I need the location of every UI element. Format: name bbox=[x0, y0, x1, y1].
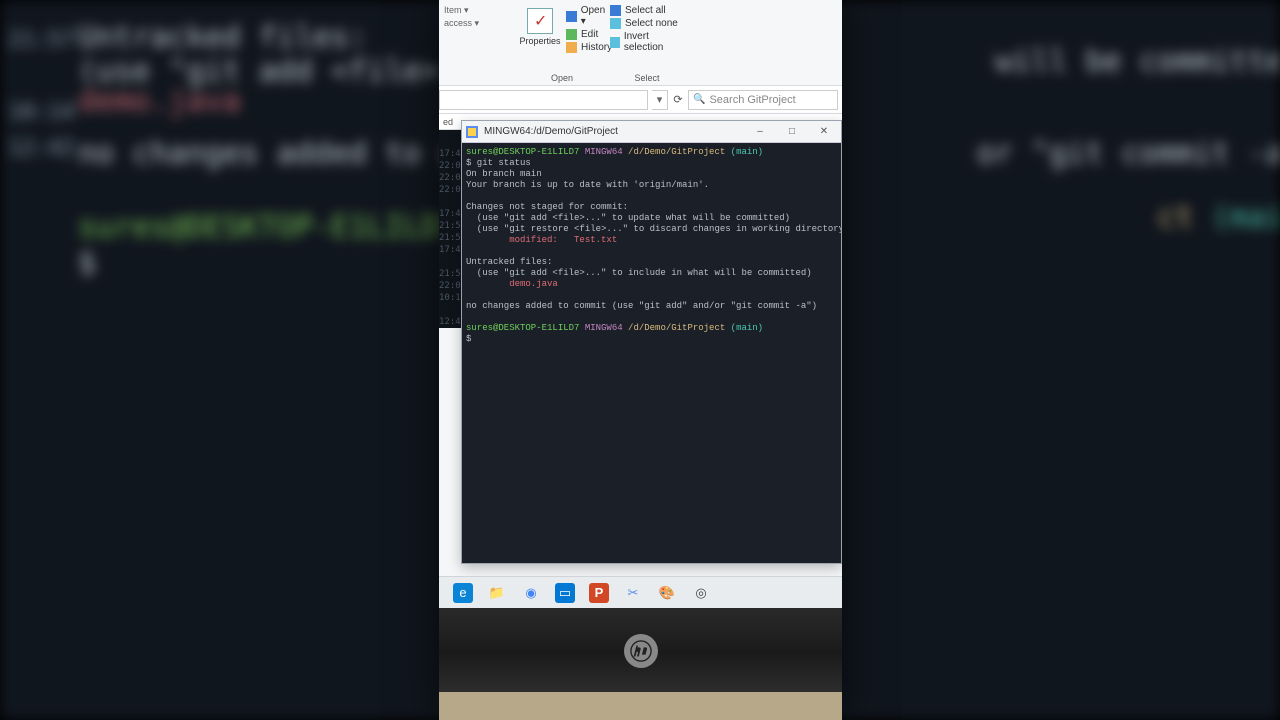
taskbar-store[interactable]: ▭ bbox=[555, 583, 575, 603]
taskbar-explorer[interactable]: 📁 bbox=[487, 583, 507, 603]
address-bar: ▾ ⟳ 🔍 Search GitProject bbox=[439, 86, 842, 114]
open-icon bbox=[566, 11, 577, 22]
log-time-gutter: 17:4122:0322:03 22:0317:41 21:5721:5717:… bbox=[439, 130, 461, 328]
ribbon-item-menu[interactable]: Item ▾ bbox=[441, 4, 482, 17]
hp-logo bbox=[624, 634, 658, 668]
select-all-icon bbox=[610, 5, 621, 16]
taskbar-edge[interactable]: e bbox=[453, 583, 473, 603]
select-all-button[interactable]: Select all bbox=[607, 4, 687, 17]
select-none-button[interactable]: Select none bbox=[607, 17, 687, 30]
bg-line: will be committed) bbox=[995, 44, 1280, 79]
invert-icon bbox=[610, 37, 620, 48]
bg-time: 21:57 bbox=[8, 28, 74, 53]
maximize-button[interactable]: □ bbox=[779, 126, 805, 137]
properties-icon[interactable] bbox=[527, 8, 553, 34]
bg-time: 12:42 bbox=[8, 136, 74, 161]
taskbar-paint[interactable]: 🎨 bbox=[657, 583, 677, 603]
taskbar-snip[interactable]: ✂ bbox=[623, 583, 643, 603]
taskbar-chrome[interactable]: ◉ bbox=[521, 583, 541, 603]
desk-surface bbox=[439, 692, 842, 720]
taskbar-obs[interactable]: ◎ bbox=[691, 583, 711, 603]
history-icon bbox=[566, 42, 577, 53]
terminal-window: MINGW64:/d/Demo/GitProject – □ ✕ sures@D… bbox=[461, 120, 842, 564]
invert-selection-button[interactable]: Invert selection bbox=[607, 30, 687, 54]
bg-line: $ bbox=[78, 246, 96, 281]
taskbar: e 📁 ◉ ▭ P ✂ 🎨 ◎ bbox=[439, 576, 842, 608]
search-input[interactable]: 🔍 Search GitProject bbox=[688, 90, 838, 110]
ribbon-access-menu[interactable]: access ▾ bbox=[441, 17, 482, 30]
taskbar-powerpoint[interactable]: P bbox=[589, 583, 609, 603]
address-input[interactable] bbox=[439, 90, 648, 110]
properties-button[interactable]: Properties bbox=[517, 36, 563, 46]
bg-line: demo.java bbox=[78, 84, 241, 119]
terminal-titlebar[interactable]: MINGW64:/d/Demo/GitProject – □ ✕ bbox=[462, 121, 841, 143]
ribbon-group-label: Open bbox=[517, 73, 607, 85]
ribbon-group-label: Select bbox=[609, 73, 685, 85]
minimize-button[interactable]: – bbox=[747, 126, 773, 137]
screen-crop: Item ▾ access ▾ Properties Open ▾ Edit H… bbox=[439, 0, 842, 720]
bg-line: Untracked files: bbox=[78, 20, 367, 55]
close-button[interactable]: ✕ bbox=[811, 126, 837, 137]
bg-line: ct bbox=[1157, 200, 1193, 235]
monitor-bezel bbox=[439, 608, 842, 720]
refresh-button[interactable]: ⟳ bbox=[668, 93, 688, 106]
explorer-ribbon: Item ▾ access ▾ Properties Open ▾ Edit H… bbox=[439, 0, 842, 86]
terminal-title: MINGW64:/d/Demo/GitProject bbox=[484, 126, 741, 137]
terminal-body[interactable]: sures@DESKTOP-E1LILD7 MINGW64 /d/Demo/Gi… bbox=[462, 143, 841, 563]
bg-line: sures@DESKTOP-E1LILD7 bbox=[78, 210, 457, 245]
search-icon: 🔍 bbox=[693, 94, 705, 105]
select-none-icon bbox=[610, 18, 621, 29]
search-placeholder: Search GitProject bbox=[709, 94, 795, 106]
bg-time: 10:14 bbox=[8, 100, 74, 125]
bg-line: or "git commit -a") bbox=[977, 136, 1280, 171]
address-dropdown[interactable]: ▾ bbox=[652, 90, 668, 110]
bg-line: (main) bbox=[1212, 200, 1280, 235]
bg-line: no changes added to co bbox=[78, 136, 475, 171]
mingw-icon bbox=[466, 126, 478, 138]
edit-icon bbox=[566, 29, 577, 40]
